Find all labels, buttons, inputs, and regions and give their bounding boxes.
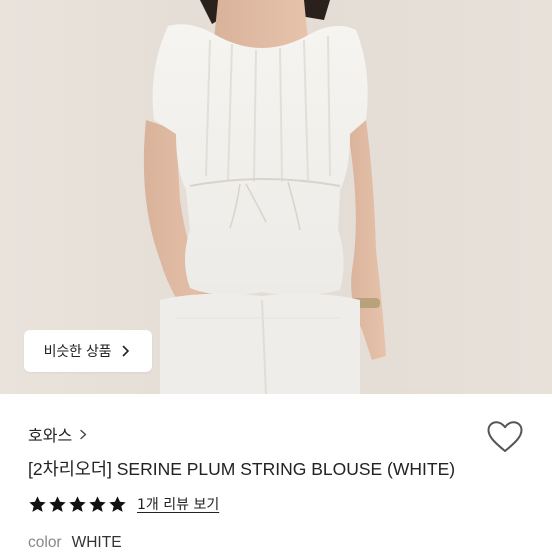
color-label: color bbox=[28, 534, 62, 551]
similar-products-button[interactable]: 비슷한 상품 bbox=[24, 330, 152, 372]
rating-row: 1개 리뷰 보기 bbox=[28, 494, 219, 514]
product-title: [2차리오더] SERINE PLUM STRING BLOUSE (WHITE… bbox=[28, 459, 456, 479]
chevron-right-icon bbox=[120, 345, 132, 357]
product-info: 호와스 [2차리오더] SERINE PLUM STRING BLOUSE (W… bbox=[0, 394, 552, 552]
brand-name: 호와스 bbox=[28, 426, 73, 445]
star-icon bbox=[28, 495, 47, 514]
star-icon bbox=[68, 495, 87, 514]
color-option: color WHITE bbox=[28, 534, 122, 552]
star-icon bbox=[48, 495, 67, 514]
product-page: 비슷한 상품 호와스 [2차리오더] SERINE PLUM STRING BL… bbox=[0, 0, 552, 552]
star-icon bbox=[108, 495, 127, 514]
brand-link[interactable]: 호와스 bbox=[28, 422, 89, 446]
review-link[interactable]: 1개 리뷰 보기 bbox=[137, 494, 219, 514]
similar-products-label: 비슷한 상품 bbox=[43, 344, 112, 360]
chevron-right-icon bbox=[78, 429, 89, 440]
star-icon bbox=[88, 495, 107, 514]
wishlist-heart-icon[interactable] bbox=[486, 420, 524, 454]
star-rating bbox=[28, 495, 127, 514]
color-value: WHITE bbox=[71, 534, 122, 551]
product-photo[interactable]: 비슷한 상품 bbox=[0, 0, 552, 394]
